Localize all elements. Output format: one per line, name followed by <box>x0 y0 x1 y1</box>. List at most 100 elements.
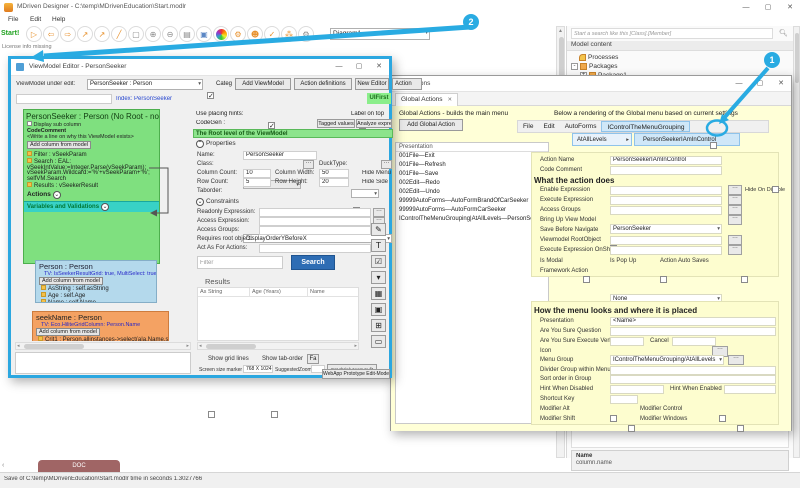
validate-icon[interactable]: ✓ <box>264 26 280 42</box>
scroll-left-ic on[interactable]: ◂ <box>199 343 202 349</box>
modifier-alt-checkbox[interactable] <box>610 415 617 422</box>
text-block-icon[interactable]: T <box>371 239 386 252</box>
ellipsis-button[interactable] <box>303 160 314 169</box>
list-item[interactable]: 001File—Refresh <box>396 161 548 170</box>
ellipsis-button[interactable] <box>728 215 742 225</box>
viewmodel-rootobject-field[interactable] <box>610 236 722 245</box>
image-control-icon[interactable]: ▣ <box>371 303 386 316</box>
add-column-button[interactable]: Add column from model <box>27 141 91 149</box>
grid-control-icon[interactable]: ▦ <box>371 287 386 300</box>
scroll-up-icon[interactable]: ▲ <box>558 28 563 34</box>
zoom-out-icon[interactable]: ⊖ <box>162 26 178 42</box>
execute-onshow-field[interactable] <box>610 246 722 255</box>
vm-filter-input[interactable] <box>16 94 112 104</box>
tree-item-processes[interactable]: Processes <box>579 54 618 63</box>
vm-column-results[interactable]: Results : vSeekerResult <box>24 182 159 189</box>
tab-doc[interactable]: DOC <box>38 460 120 472</box>
analyze-expressions-button[interactable]: Analyze expressions <box>356 119 392 128</box>
forward-arrow-icon[interactable]: ⇨ <box>60 26 76 42</box>
code-comment-field[interactable] <box>610 166 722 175</box>
vm-column[interactable]: Name : self.Name <box>36 299 156 303</box>
dropdown-control-icon[interactable]: ▾ <box>371 271 386 284</box>
rendered-menu-autoforms[interactable]: AutoForms <box>560 121 602 132</box>
maximize-icon[interactable]: ▢ <box>349 59 369 74</box>
list-item[interactable]: 002Edit—Undo <box>396 188 548 197</box>
access-groups-field[interactable] <box>259 226 371 235</box>
ellipsis-button[interactable] <box>728 355 744 365</box>
rendered-submenu-leaf[interactable]: PersonSeekerIAmInControl <box>634 133 740 146</box>
hide-on-disable-checkbox[interactable] <box>772 186 779 193</box>
bring-up-viewmodel-select[interactable]: PersonSeeker <box>610 224 722 234</box>
list-item[interactable]: IControlTheMenuGrouping|AtAllLevels—Pers… <box>396 215 548 224</box>
action-definitions-button[interactable]: Action definitions <box>294 78 352 90</box>
minimize-icon[interactable]: — <box>729 76 749 91</box>
vm-canvas[interactable]: PersonSeeker : Person (No Root - no self… <box>15 109 191 341</box>
menu-edit[interactable]: Edit <box>30 16 41 23</box>
vm-column-filter[interactable]: Filter : vSeekParam <box>24 151 159 158</box>
close-icon[interactable]: ✕ <box>780 0 800 15</box>
results-filter-input[interactable] <box>197 256 283 269</box>
button-control-icon[interactable]: ▭ <box>371 335 386 348</box>
vm-titlebar[interactable]: ViewModel Editor - PersonSeeker — ▢ ✕ <box>11 59 389 76</box>
vm-column[interactable]: Age : self.Age <box>36 292 156 299</box>
scroll-right-icon[interactable]: ▸ <box>186 343 189 349</box>
fa-button[interactable]: Fa <box>307 354 319 364</box>
search-icon[interactable]: 🔍︎ <box>779 29 788 37</box>
chevron-down-icon[interactable]: ⌄ <box>101 203 109 211</box>
scroll-thumb[interactable] <box>206 344 256 349</box>
rendered-menu-grouping[interactable]: IControlTheMenuGrouping <box>601 121 690 132</box>
search-button[interactable]: Search <box>291 255 335 270</box>
list-item[interactable]: 001File—Exit <box>396 152 548 161</box>
placing-hints-checkbox[interactable] <box>268 122 275 129</box>
divider-group-field[interactable] <box>610 366 776 375</box>
film-icon[interactable]: ▤ <box>179 26 195 42</box>
tab-global-actions[interactable]: Global Actions ✕ <box>395 93 458 106</box>
minimize-icon[interactable]: — <box>736 0 756 15</box>
checkbox-control-icon[interactable]: ☑ <box>371 255 386 268</box>
show-tab-order-checkbox[interactable] <box>271 411 278 418</box>
results-horizontal-scrollbar[interactable]: ◂ ▸ <box>197 342 359 350</box>
results-grid[interactable]: As String Age (Years) Name <box>197 287 359 341</box>
add-global-action-button[interactable]: Add Global Action <box>399 119 463 131</box>
run-icon[interactable]: ▷ <box>26 26 42 42</box>
actions-expander[interactable]: Actions ⌄ <box>24 191 159 199</box>
rendered-submenu-atalllevels[interactable]: AtAllLevels ▸ <box>572 133 632 146</box>
chevron-down-icon[interactable]: ⌄ <box>196 198 204 206</box>
are-you-sure-verb-field[interactable] <box>610 337 644 346</box>
act-as-field[interactable] <box>259 244 371 253</box>
menu-help[interactable]: Help <box>52 16 65 23</box>
results-column-asstring[interactable]: As String <box>198 288 250 296</box>
sort-order-field[interactable] <box>610 375 776 384</box>
taborder-select[interactable]: DisplayOrderYBeforeX <box>243 234 392 243</box>
edit-field-icon[interactable]: ✎ <box>371 223 386 236</box>
is-popup-checkbox[interactable] <box>660 276 667 283</box>
rendered-menu-file[interactable]: File <box>518 121 538 132</box>
action-auto-saves-checkbox[interactable] <box>741 276 748 283</box>
scroll-right-icon[interactable]: ▸ <box>354 343 357 349</box>
tab-scroll-left-icon[interactable]: ‹ <box>2 462 4 469</box>
list-item[interactable]: 99999AutoForms—AutoFormCarSeeker <box>396 206 548 215</box>
action-name-field[interactable]: PersonSeekerIAmInControl <box>610 156 722 165</box>
color-wheel-icon[interactable] <box>213 26 229 42</box>
menu-group-select[interactable]: IControlTheMenuGrouping/AtAllLevels <box>610 355 724 365</box>
close-icon[interactable]: ✕ <box>771 76 791 91</box>
presentation-field[interactable]: <Name> <box>610 317 776 326</box>
action-button-clipped[interactable]: Action <box>392 78 422 90</box>
display-sub-column[interactable]: Display sub column <box>24 121 159 128</box>
pointer-large-icon[interactable]: ↗ <box>94 26 110 42</box>
list-item[interactable]: 002Edit—Redo <box>396 179 548 188</box>
ellipsis-button[interactable] <box>381 160 392 169</box>
maximize-icon[interactable]: ▢ <box>758 0 778 15</box>
start-button[interactable]: Start! <box>1 30 19 37</box>
modifier-control-checkbox[interactable] <box>719 415 726 422</box>
copy-icon[interactable]: ▣ <box>196 26 212 42</box>
access-groups-field[interactable] <box>610 206 722 215</box>
add-column-button[interactable]: Add column from model <box>39 277 103 285</box>
list-item[interactable]: 001File—Save <box>396 170 548 179</box>
tree-item-packages[interactable]: -Packages <box>571 63 618 72</box>
zoom-in-icon[interactable]: ⊕ <box>145 26 161 42</box>
viewmodel-class-seekname[interactable]: seekName : Person TV: Eco.HiliteGridColu… <box>32 311 169 341</box>
scroll-thumb[interactable] <box>795 33 799 83</box>
access-expression-field[interactable] <box>259 217 371 226</box>
canvas-horizontal-scrollbar[interactable]: ◂ ▸ <box>15 342 191 350</box>
